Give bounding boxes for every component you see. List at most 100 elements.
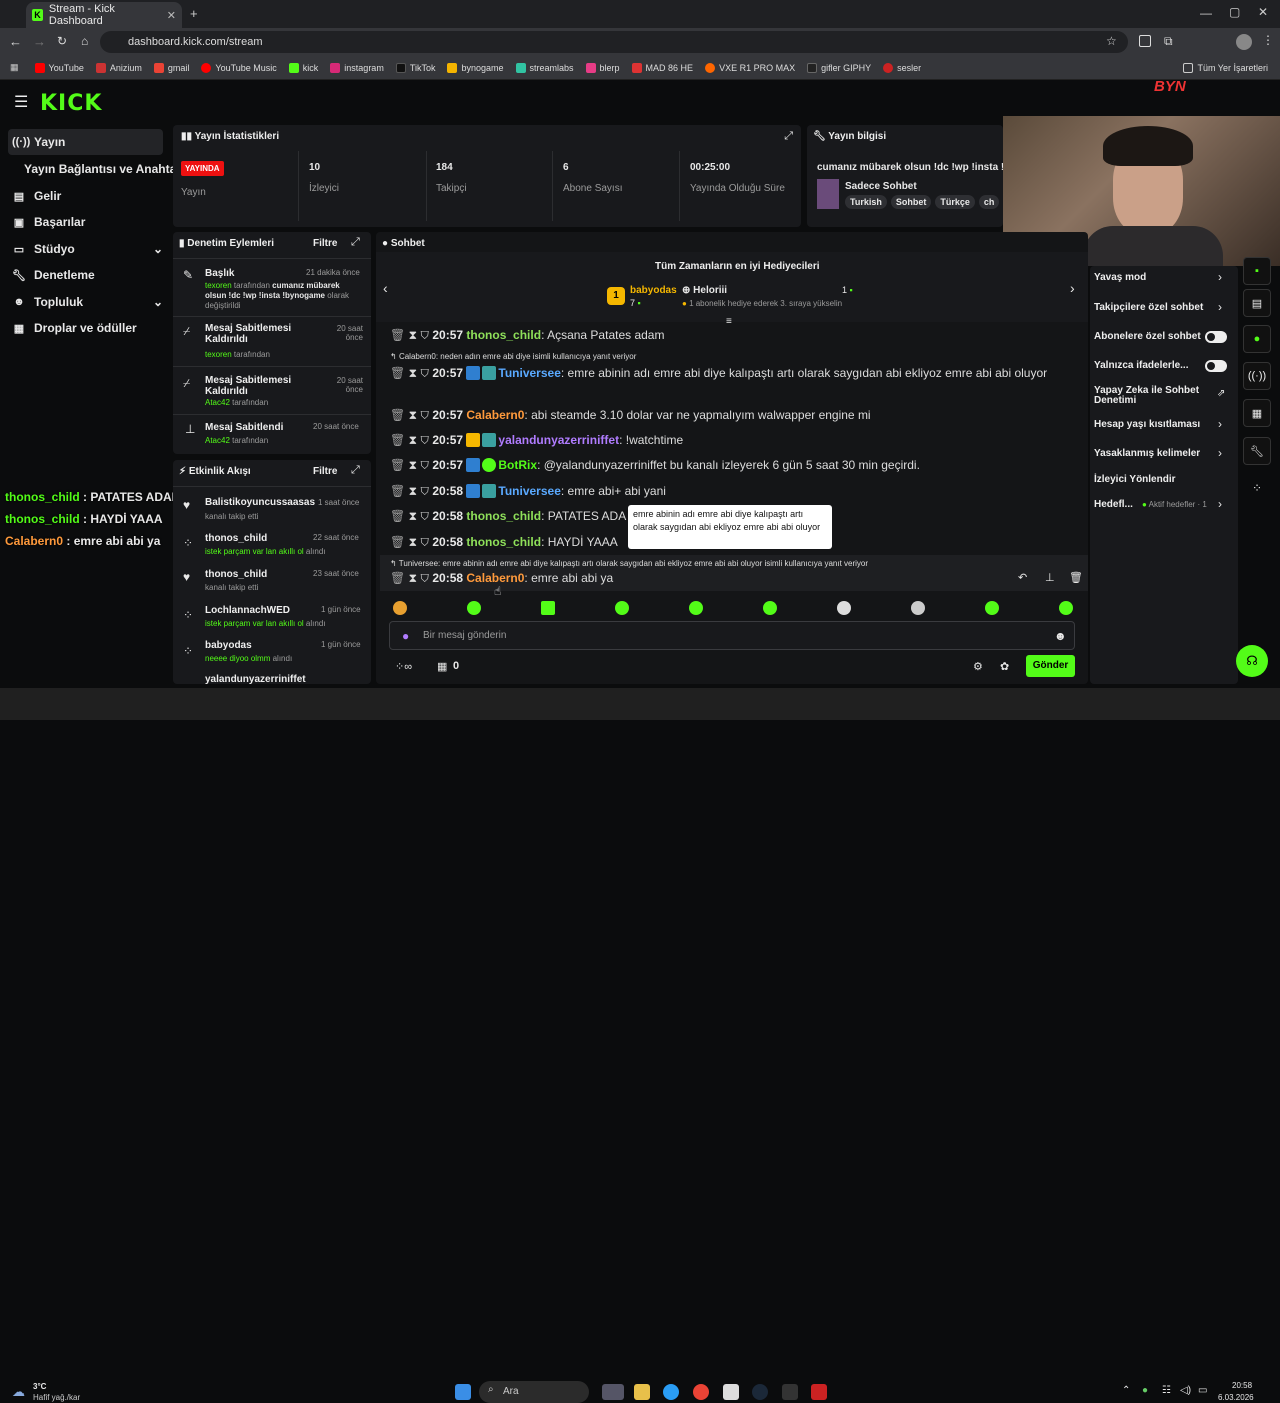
chevron-right-icon[interactable]: › <box>1218 417 1222 431</box>
chat-message[interactable]: 🗑︎ ⧗ ⛉ 20:57 Tuniversee: emre abinin adı… <box>390 364 1070 383</box>
apps-icon[interactable]: ▦ <box>10 62 19 73</box>
tag[interactable]: ch <box>978 195 1000 209</box>
trash-icon[interactable]: 🗑︎ <box>390 408 409 422</box>
edge-icon[interactable] <box>663 1384 679 1400</box>
message-user[interactable]: BotRix <box>498 458 537 472</box>
store-icon[interactable]: ▦ <box>437 660 447 673</box>
mic-tray-icon[interactable]: ● <box>1142 1385 1148 1396</box>
sidebar-item-gelir[interactable]: ▤ Gelir <box>8 183 62 209</box>
chevron-left-icon[interactable]: ‹ <box>383 280 388 296</box>
trash-icon[interactable]: 🗑︎ <box>390 433 409 447</box>
slow-mode-setting[interactable]: Yavaş mod <box>1094 272 1146 283</box>
side-tool-wrench[interactable]: 🔧︎ <box>1243 437 1271 465</box>
sidebar-item-denetleme[interactable]: 🔧︎ Denetleme <box>8 262 95 288</box>
hamburger-icon[interactable]: ☰ <box>14 92 28 112</box>
bookmark-vxe[interactable]: VXE R1 PRO MAX <box>705 62 795 73</box>
side-tool-chat[interactable]: ● <box>1243 325 1271 353</box>
sidebar-item-topluluk[interactable]: ☻ Topluluk ⌄ <box>8 289 163 315</box>
settings-gear-icon[interactable]: ⚙ <box>973 660 983 673</box>
trash-icon[interactable]: 🗑︎ <box>390 366 409 380</box>
menu-dots-icon[interactable]: ⋮ <box>1262 33 1274 47</box>
delete-button-icon[interactable]: 🗑︎ <box>1069 571 1083 584</box>
new-tab-icon[interactable]: + <box>190 6 198 21</box>
message-user[interactable]: Calabern0 <box>466 408 524 422</box>
tag[interactable]: Sohbet <box>890 195 932 209</box>
follower-only-setting[interactable]: Takipçilere özel sohbet <box>1094 302 1203 313</box>
emote-icon[interactable] <box>689 601 703 615</box>
chat-message[interactable]: 🗑︎ ⧗ ⛉ 20:57 BotRix: @yalandunyazerrinif… <box>390 458 920 473</box>
bookmark-star-icon[interactable]: ☆ <box>1106 34 1117 48</box>
bookmark-giphy[interactable]: gifler GIPHY <box>807 62 871 73</box>
battery-icon[interactable]: ▭ <box>1198 1385 1207 1396</box>
banned-words-setting[interactable]: Yasaklanmış kelimeler <box>1094 448 1200 459</box>
collapse-icon[interactable]: ≡ <box>726 316 732 327</box>
chevron-right-icon[interactable]: › <box>1218 497 1222 511</box>
bookmark-anizium[interactable]: Anizium <box>95 62 142 73</box>
chevron-right-icon[interactable]: › <box>1218 300 1222 314</box>
points-icon[interactable]: ⁘ <box>1252 481 1262 495</box>
emote-icon[interactable] <box>763 601 777 615</box>
emote-icon[interactable] <box>985 601 999 615</box>
chevron-right-icon[interactable]: › <box>1218 446 1222 460</box>
chevron-right-icon[interactable]: › <box>1070 280 1075 296</box>
url-field[interactable]: dashboard.kick.com/stream <box>100 31 1128 53</box>
mic-icon[interactable]: ● <box>402 629 409 643</box>
kick-logo[interactable]: KICK <box>40 91 102 116</box>
weather-temp[interactable]: 3°C <box>33 1382 46 1391</box>
message-user[interactable]: Calabern0 <box>466 571 524 585</box>
message-user[interactable]: thonos_child <box>466 509 541 523</box>
emote-icon[interactable] <box>1059 601 1073 615</box>
message-user[interactable]: thonos_child <box>466 328 541 342</box>
windows-start-icon[interactable] <box>455 1384 471 1400</box>
tag[interactable]: Türkçe <box>935 195 975 209</box>
emote-icon[interactable] <box>837 601 851 615</box>
activity-filter-button[interactable]: Filtre <box>313 466 337 477</box>
steam-icon[interactable] <box>752 1384 768 1400</box>
tray-chevron-icon[interactable]: ⌃ <box>1122 1385 1130 1396</box>
support-headset-icon[interactable]: ☊ <box>1236 645 1268 677</box>
pin-button-icon[interactable]: ⊥ <box>1045 571 1055 584</box>
side-tool-broadcast[interactable]: ((·)) <box>1243 362 1271 390</box>
emote-only-toggle[interactable] <box>1205 360 1227 372</box>
all-bookmarks[interactable]: Tüm Yer İşaretleri <box>1183 62 1268 73</box>
chat-message[interactable]: 🗑︎ ⧗ ⛉ 20:58 Calabern0: emre abi abi ya <box>390 571 613 586</box>
chat-message[interactable]: 🗑︎ ⧗ ⛉ 20:57 thonos_child: Açsana Patate… <box>390 328 664 343</box>
bookmark-bynogame[interactable]: bynogame <box>447 62 504 73</box>
side-tool-media[interactable]: ▦ <box>1243 399 1271 427</box>
message-user[interactable]: yalandunyazerriniffet <box>498 433 619 447</box>
popout-icon[interactable]: ⤢ <box>351 236 360 249</box>
timeout-icon[interactable]: ⧗ <box>409 571 417 585</box>
epic-icon[interactable] <box>782 1384 798 1400</box>
weather-desc[interactable]: Hafif yağ./kar <box>33 1393 80 1402</box>
back-icon[interactable]: ← <box>9 34 22 49</box>
minimize-icon[interactable]: — <box>1200 6 1212 20</box>
clock-date[interactable]: 6.03.2026 <box>1218 1393 1254 1402</box>
popout-icon[interactable]: ⤢ <box>351 464 360 477</box>
timeout-icon[interactable]: ⧗ <box>409 484 417 498</box>
trash-icon[interactable]: 🗑︎ <box>390 571 409 585</box>
emote-icon[interactable] <box>393 601 407 615</box>
emoji-icon[interactable]: ☻ <box>1054 629 1067 643</box>
external-link-icon[interactable]: ⇗ <box>1217 388 1225 399</box>
bookmark-tiktok[interactable]: TikTok <box>395 62 435 73</box>
bookmark-gmail[interactable]: gmail <box>153 62 189 73</box>
ai-moderation-setting[interactable]: Yapay Zeka ile Sohbet Denetimi <box>1094 386 1204 406</box>
notepad-icon[interactable] <box>723 1384 739 1400</box>
sidebar-item-stream-key[interactable]: Yayın Bağlantısı ve Anahtarı <box>20 156 184 182</box>
chat-input[interactable]: ● Bir mesaj gönderin ☻ <box>389 621 1075 650</box>
bookmark-youtube-music[interactable]: YouTube Music <box>201 62 277 73</box>
message-user[interactable]: Tuniversee <box>498 484 560 498</box>
bookmark-sesler[interactable]: sesler <box>883 62 921 73</box>
raid-setting[interactable]: İzleyici Yönlendir <box>1094 474 1176 485</box>
forward-icon[interactable]: → <box>33 34 46 49</box>
emote-icon[interactable] <box>467 601 481 615</box>
taskbar-search[interactable]: Ara <box>479 1381 589 1403</box>
points-icon[interactable]: ⁘∞ <box>395 660 412 673</box>
obs-icon[interactable] <box>811 1384 827 1400</box>
gifter-2-name[interactable]: Heloriii <box>693 285 727 296</box>
bookmark-mad86[interactable]: MAD 86 HE <box>631 62 693 73</box>
extension-icon[interactable] <box>1139 35 1151 47</box>
trash-icon[interactable]: 🗑︎ <box>390 509 409 523</box>
chat-message[interactable]: 🗑︎ ⧗ ⛉ 20:58 thonos_child: PATATES ADA <box>390 509 626 524</box>
bookmark-instagram[interactable]: instagram <box>330 62 384 73</box>
